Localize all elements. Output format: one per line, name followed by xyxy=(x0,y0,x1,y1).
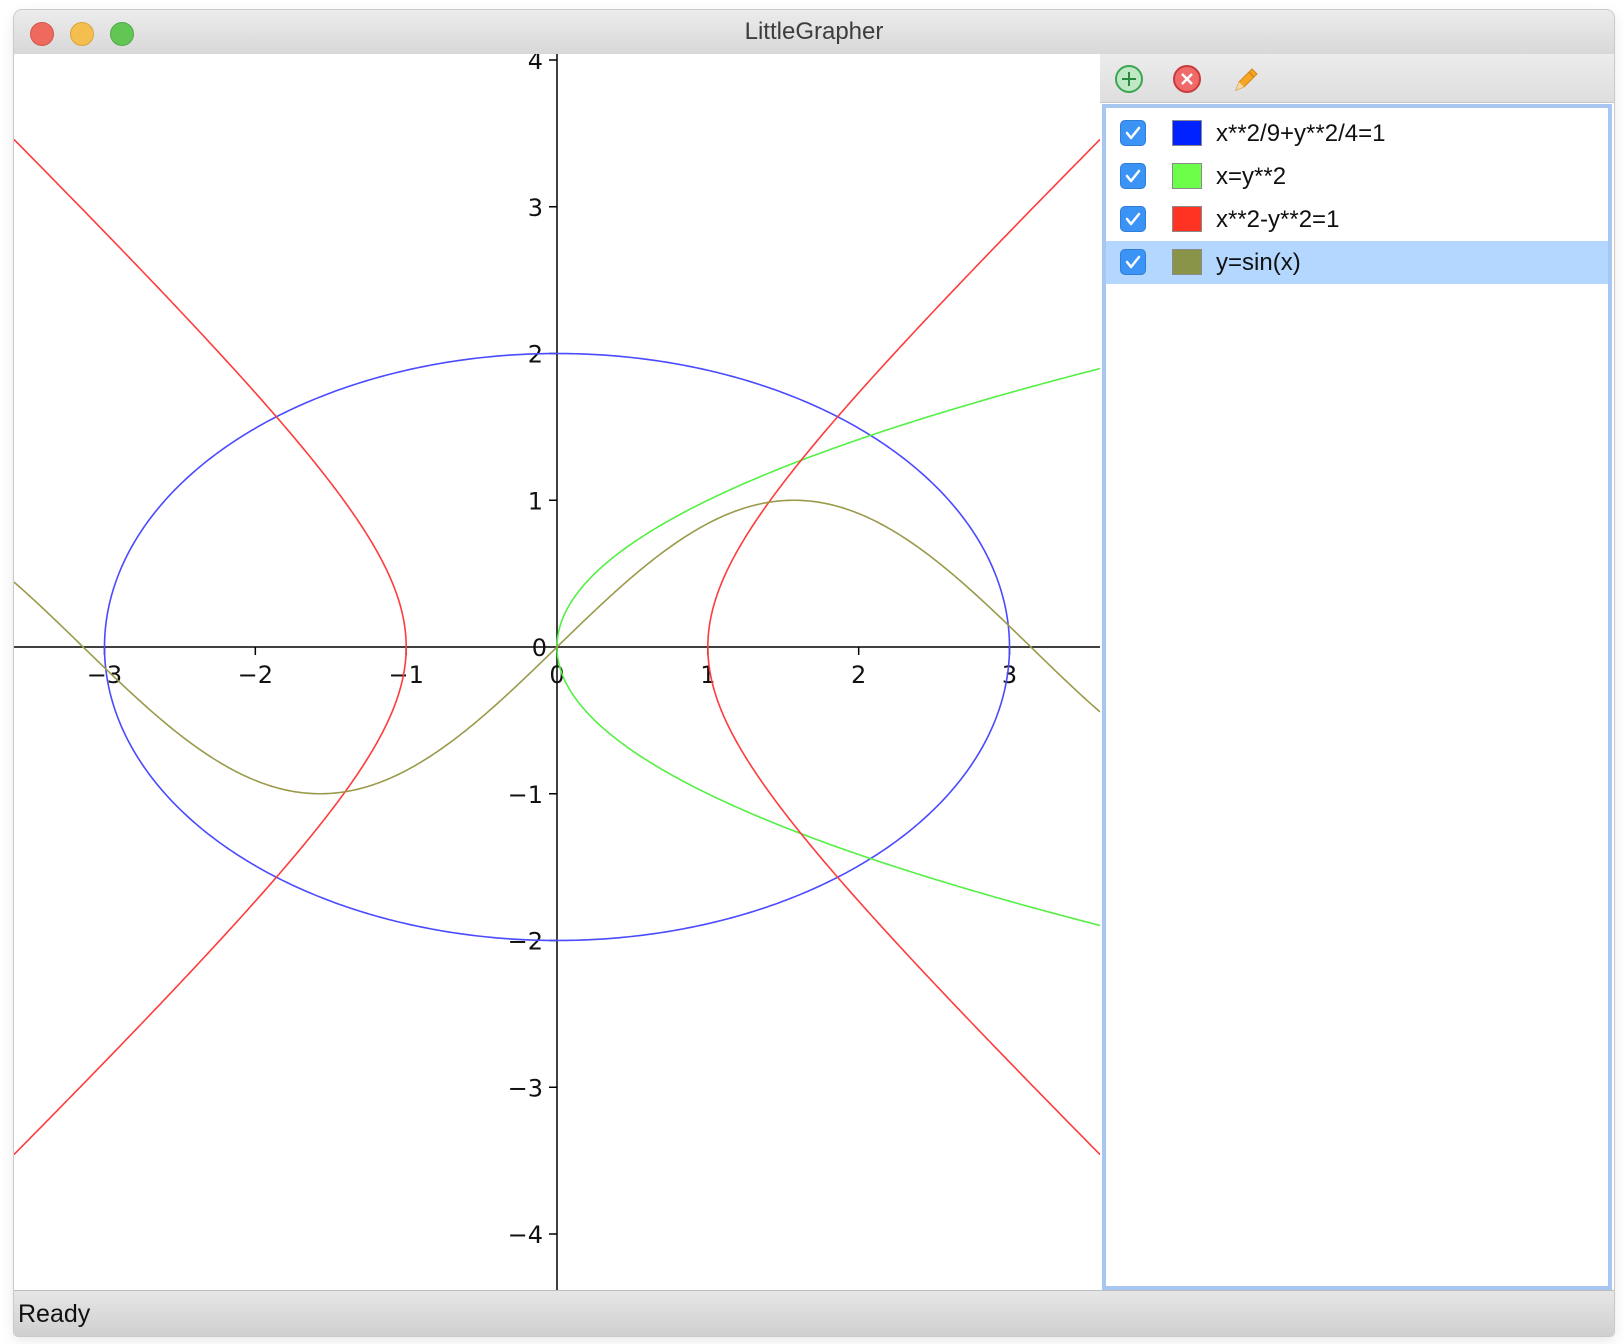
function-row[interactable]: y=sin(x) xyxy=(1106,241,1608,284)
add-function-button[interactable] xyxy=(1114,64,1144,94)
remove-function-button[interactable] xyxy=(1172,64,1202,94)
y-tick-label: 4 xyxy=(528,54,543,75)
y-tick-label: −2 xyxy=(508,928,543,956)
function-panel: x**2/9+y**2/4=1 x=y**2 x**2-y**2=1 y=sin(x) xyxy=(1100,54,1614,1290)
title-bar[interactable]: LittleGrapher xyxy=(14,10,1614,55)
function-row[interactable]: x**2/9+y**2/4=1 xyxy=(1106,112,1608,155)
window-title: LittleGrapher xyxy=(744,18,884,45)
function-expression: x**2-y**2=1 xyxy=(1216,206,1340,233)
y-tick-label: −4 xyxy=(508,1221,543,1249)
pencil-icon xyxy=(1235,68,1258,91)
status-text: Ready xyxy=(18,1300,91,1328)
function-visible-checkbox[interactable] xyxy=(1120,120,1146,146)
function-toolbar xyxy=(1100,54,1614,103)
function-color-swatch[interactable] xyxy=(1172,120,1202,146)
x-tick-label: −2 xyxy=(238,661,273,689)
checkmark-icon xyxy=(1125,126,1141,140)
function-row[interactable]: x**2-y**2=1 xyxy=(1106,198,1608,241)
function-color-swatch[interactable] xyxy=(1172,249,1202,275)
checkmark-icon xyxy=(1125,169,1141,183)
checkmark-icon xyxy=(1125,212,1141,226)
function-list[interactable]: x**2/9+y**2/4=1 x=y**2 x**2-y**2=1 y=sin(x) xyxy=(1102,104,1612,1290)
function-visible-checkbox[interactable] xyxy=(1120,206,1146,232)
x-tick-label: −1 xyxy=(388,661,423,689)
app-window: LittleGrapher −3 −2 −1 0 1 2 3 −4 −3 −2 −1 0 1 2 3 4 xyxy=(14,10,1614,1336)
function-expression: y=sin(x) xyxy=(1216,249,1301,276)
function-row[interactable]: x=y**2 xyxy=(1106,155,1608,198)
function-visible-checkbox[interactable] xyxy=(1120,163,1146,189)
y-tick-label: 0 xyxy=(532,634,547,662)
function-color-swatch[interactable] xyxy=(1172,163,1202,189)
function-expression: x**2/9+y**2/4=1 xyxy=(1216,120,1386,147)
y-tick-label: −1 xyxy=(508,781,543,809)
x-tick-label: 3 xyxy=(1002,661,1017,689)
y-tick-label: 3 xyxy=(528,194,543,222)
function-expression: x=y**2 xyxy=(1216,163,1287,190)
function-color-swatch[interactable] xyxy=(1172,206,1202,232)
x-tick-label: 2 xyxy=(851,661,866,689)
plus-circle-icon xyxy=(1115,65,1143,93)
status-bar: Ready xyxy=(14,1290,1614,1336)
y-tick-label: −3 xyxy=(508,1074,543,1102)
plot-canvas[interactable]: −3 −2 −1 0 1 2 3 −4 −3 −2 −1 0 1 2 3 4 xyxy=(14,54,1100,1290)
plot-svg: −3 −2 −1 0 1 2 3−4−3−2−101234 xyxy=(14,54,1100,1290)
x-tick-label: −3 xyxy=(87,661,122,689)
y-tick-label: 1 xyxy=(528,487,543,515)
checkmark-icon xyxy=(1125,255,1141,269)
x-circle-icon xyxy=(1173,65,1201,93)
edit-function-button[interactable] xyxy=(1230,64,1260,94)
function-visible-checkbox[interactable] xyxy=(1120,249,1146,275)
